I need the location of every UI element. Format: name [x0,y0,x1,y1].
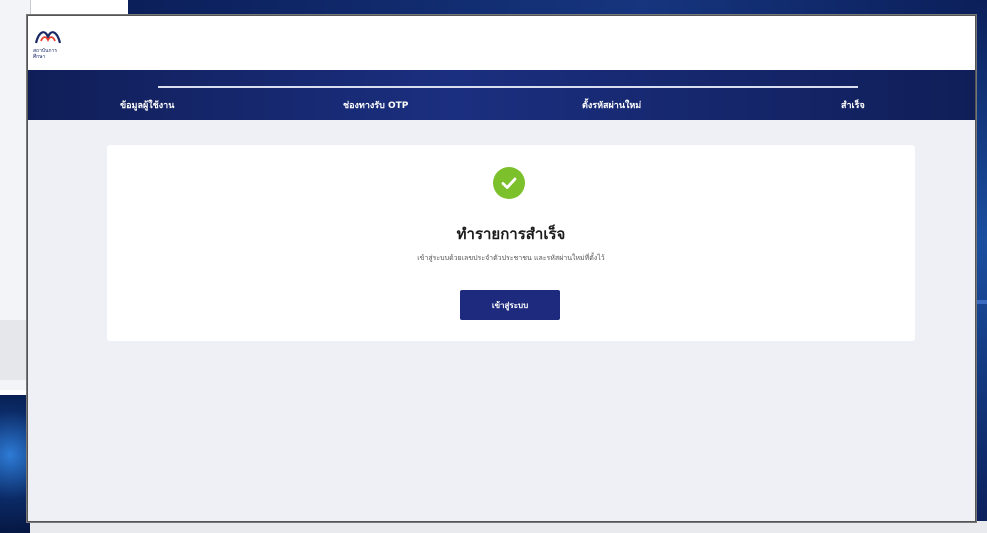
step-user-info: ข้อมูลผู้ใช้งาน [120,101,175,111]
success-description: เข้าสู่ระบบด้วยเลขประจำตัวประชาชน และรหั… [417,254,605,262]
step-success: สำเร็จ [841,101,865,111]
step-otp-channel: ช่องทางรับ OTP [343,101,409,111]
brand-logo-icon [34,31,62,44]
background-window-strip [0,320,30,380]
background-window-top [128,0,987,14]
success-title: ทำรายการสำเร็จ [456,225,566,243]
background-wallpaper-right [976,0,987,533]
success-card: ทำรายการสำเร็จ เข้าสู่ระบบด้วยเลขประจำตั… [107,145,915,341]
background-accent [976,300,987,304]
background-bottom-strip [30,521,987,533]
browser-window: สถาบันการศึกษา ข้อมูลผู้ใช้งาน ช่องทางรั… [27,15,976,522]
page-header: สถาบันการศึกษา [28,16,975,70]
check-circle-icon [493,167,525,199]
progress-stepper: ข้อมูลผู้ใช้งาน ช่องทางรับ OTP ตั้งรหัสผ… [28,70,975,120]
login-button[interactable]: เข้าสู่ระบบ [460,290,560,320]
brand-logo-text: สถาบันการศึกษา [33,48,57,60]
stepper-progress-line [158,86,858,88]
step-new-password: ตั้งรหัสผ่านใหม่ [582,101,642,111]
brand-logo[interactable]: สถาบันการศึกษา [33,27,63,60]
background-wallpaper-left [0,395,30,533]
